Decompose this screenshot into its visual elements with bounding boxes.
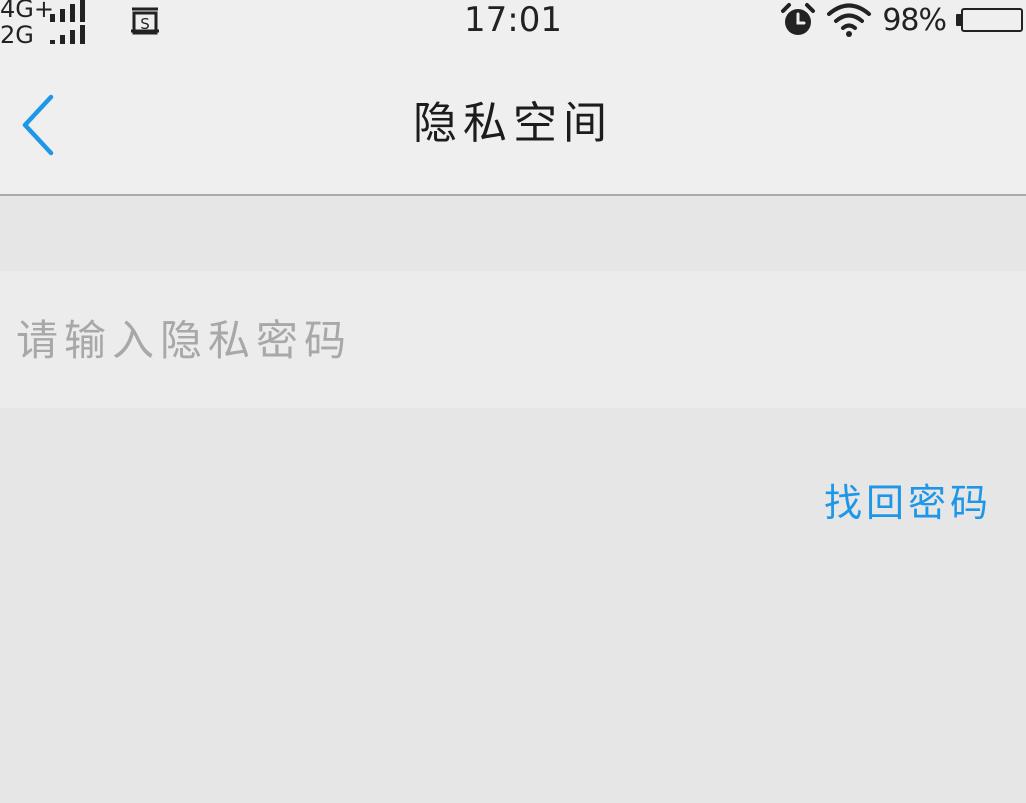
battery-icon [956, 6, 1026, 34]
alarm-icon [781, 3, 816, 35]
status-bar: 4G+ 2G S 17:01 98% [0, 0, 1026, 48]
password-input[interactable] [14, 271, 1008, 410]
svg-text:S: S [140, 15, 150, 33]
screenshot-icon: S [131, 7, 159, 35]
password-input-row [0, 271, 1026, 410]
network-type-primary: 4G+ [0, 0, 54, 23]
forgot-password-link[interactable]: 找回密码 [824, 478, 992, 528]
network-indicator: 4G+ 2G [0, 0, 85, 48]
navigation-bar: 隐私空间 [0, 44, 1026, 196]
page-title: 隐私空间 [413, 98, 613, 149]
battery-percent: 98% [882, 2, 947, 38]
wifi-icon [827, 3, 872, 37]
private-space-screen: 4G+ 2G S 17:01 98% 隐私空间 找回密码 [0, 0, 1026, 803]
signal-icon [50, 0, 85, 22]
status-right-group: 98% [780, 0, 1026, 40]
